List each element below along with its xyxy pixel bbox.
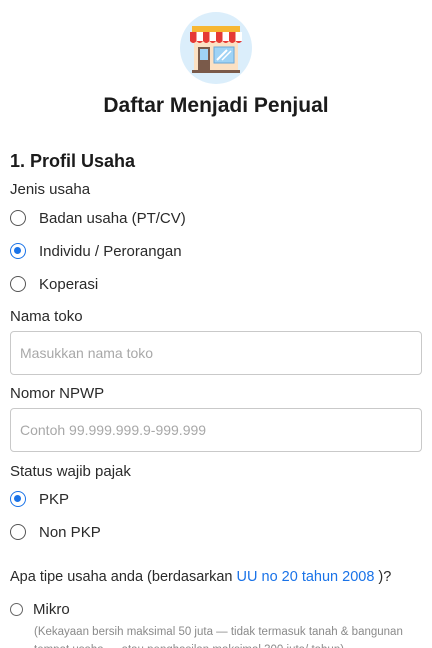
radio-button[interactable] [10, 602, 23, 616]
question-text-end: )? [374, 569, 392, 585]
section-title: 1. Profil Usaha [10, 151, 136, 171]
radio-label: Koperasi [39, 275, 99, 293]
status-pajak-label: Status wajib pajak [10, 463, 131, 480]
radio-jenis-usaha-individu[interactable]: Individu / Perorangan [10, 239, 182, 263]
radio-status-pkp[interactable]: PKP [10, 487, 69, 511]
radio-button-checked[interactable] [10, 243, 26, 259]
radio-button[interactable] [10, 276, 26, 292]
npwp-label: Nomor NPWP [10, 385, 105, 402]
radio-label: Badan usaha (PT/CV) [39, 209, 186, 227]
nama-toko-label: Nama toko [10, 308, 83, 325]
npwp-input[interactable] [10, 408, 422, 452]
radio-button[interactable] [10, 210, 26, 226]
radio-tipe-mikro[interactable]: Mikro [10, 597, 70, 621]
jenis-usaha-label: Jenis usaha [10, 181, 91, 198]
radio-button-checked[interactable] [10, 491, 26, 507]
question-text: Apa tipe usaha anda (berdasarkan [10, 569, 237, 585]
storefront-icon [180, 12, 252, 84]
page-title: Daftar Menjadi Penjual [103, 94, 329, 117]
nama-toko-input[interactable] [10, 331, 422, 375]
radio-jenis-usaha-badan[interactable]: Badan usaha (PT/CV) [10, 206, 186, 230]
radio-label: Non PKP [39, 523, 101, 541]
radio-status-non-pkp[interactable]: Non PKP [10, 520, 101, 544]
radio-label: PKP [39, 490, 70, 508]
radio-jenis-usaha-koperasi[interactable]: Koperasi [10, 272, 98, 296]
page-header: Daftar Menjadi Penjual [0, 0, 432, 130]
uu-link[interactable]: UU no 20 tahun 2008 [237, 569, 375, 585]
radio-button[interactable] [10, 524, 26, 540]
mikro-description: (Kekayaan bersih maksimal 50 juta — tida… [34, 626, 403, 648]
radio-label: Individu / Perorangan [39, 242, 182, 260]
radio-label: Mikro [33, 600, 70, 618]
tipe-usaha-question: Apa tipe usaha anda (berdasarkan UU no 2… [10, 569, 391, 585]
